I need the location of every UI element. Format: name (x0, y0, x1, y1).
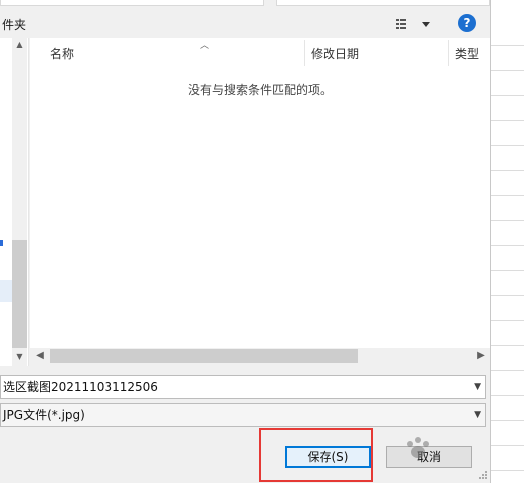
sheet-gridline (491, 170, 524, 171)
chevron-down-icon[interactable]: ▼ (474, 376, 481, 398)
filetype-value: JPG文件(*.jpg) (3, 408, 85, 422)
toolbar: 件夹 ? (0, 8, 490, 38)
sheet-gridline (491, 270, 524, 271)
watermark (400, 430, 490, 470)
horizontal-scroll-thumb[interactable] (50, 349, 358, 363)
sheet-gridline (491, 445, 524, 446)
search-field[interactable] (276, 0, 490, 6)
sheet-gridline (491, 420, 524, 421)
sheet-gridline (491, 295, 524, 296)
scroll-left-icon[interactable]: ◀ (32, 348, 48, 364)
scroll-right-icon[interactable]: ▶ (473, 348, 489, 364)
background-sheet (490, 0, 524, 483)
view-list-icon (396, 19, 430, 29)
path-field[interactable] (0, 0, 264, 6)
empty-message: 没有与搜索条件匹配的项。 (187, 83, 332, 97)
nav-selected-item[interactable] (0, 280, 12, 302)
column-divider[interactable] (448, 40, 449, 66)
column-divider[interactable] (304, 40, 305, 66)
sheet-gridline (491, 470, 524, 471)
sheet-gridline (491, 245, 524, 246)
new-folder-button[interactable]: 件夹 (2, 16, 26, 33)
sheet-gridline (491, 195, 524, 196)
horizontal-scrollbar[interactable]: ◀ ▶ (30, 348, 490, 364)
sheet-gridline (491, 70, 524, 71)
filetype-select[interactable]: JPG文件(*.jpg) ▼ (0, 403, 486, 427)
highlight-box (259, 428, 373, 482)
sheet-gridline (491, 120, 524, 121)
sheet-gridline (491, 370, 524, 371)
filename-value: 选区截图20211103112506 (3, 380, 158, 394)
column-header-name[interactable]: 名称 (50, 44, 74, 64)
sort-ascending-icon: ︿ (200, 41, 210, 51)
sheet-gridline (491, 220, 524, 221)
sheet-gridline (491, 95, 524, 96)
sheet-gridline (491, 145, 524, 146)
file-list[interactable]: ︿ 名称 修改日期 类型 没有与搜索条件匹配的项。 (30, 38, 490, 348)
help-icon[interactable]: ? (458, 14, 476, 32)
column-header-type[interactable]: 类型 (455, 44, 479, 64)
view-options-button[interactable] (394, 16, 432, 32)
sheet-gridline (491, 345, 524, 346)
sheet-gridline (491, 395, 524, 396)
nav-scroll-thumb[interactable] (12, 240, 27, 348)
sheet-gridline (491, 320, 524, 321)
sheet-gridline (491, 45, 524, 46)
scroll-down-icon[interactable]: ▼ (12, 350, 27, 364)
chevron-down-icon (422, 22, 430, 27)
scroll-up-icon[interactable]: ▲ (12, 38, 27, 52)
chevron-down-icon[interactable]: ▼ (474, 404, 481, 426)
resize-grip-icon[interactable] (478, 470, 488, 480)
filename-input[interactable]: 选区截图20211103112506 ▼ (0, 375, 486, 399)
baidu-watermark-icon (407, 437, 429, 458)
nav-item-marker (0, 240, 3, 246)
column-header-date[interactable]: 修改日期 (311, 44, 359, 64)
